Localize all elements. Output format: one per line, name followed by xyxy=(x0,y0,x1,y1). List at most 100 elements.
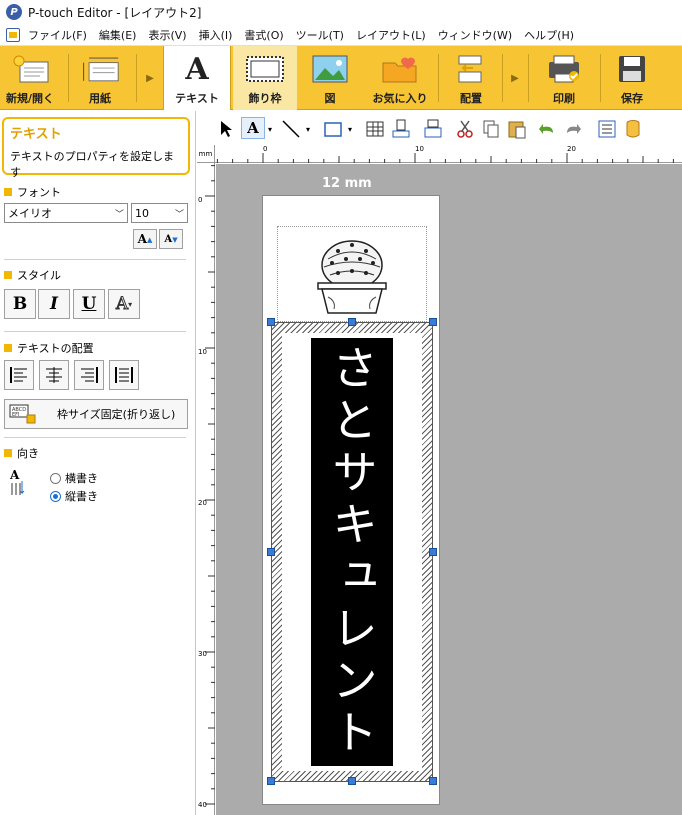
document-menu-icon[interactable] xyxy=(6,27,20,42)
print-label: 印刷 xyxy=(553,92,575,105)
fixed-frame-label: 枠サイズ固定(折り返し) xyxy=(57,408,176,421)
horizontal-ruler: 0 10 20 xyxy=(215,145,682,163)
cut-icon[interactable] xyxy=(455,119,475,139)
layout-tool-icon[interactable] xyxy=(423,119,443,139)
menu-format[interactable]: 書式(O) xyxy=(244,27,283,43)
favorites-icon xyxy=(380,52,420,86)
ruler-unit: mm xyxy=(197,145,215,163)
menu-insert[interactable]: 挿入(I) xyxy=(199,27,233,43)
label-text: さとサキュレント xyxy=(325,344,379,760)
picture-label: 図 xyxy=(324,92,336,105)
select-arrow-icon[interactable] xyxy=(217,119,237,139)
align-justify-button[interactable] xyxy=(109,360,139,390)
menu-view[interactable]: 表示(V) xyxy=(148,27,186,43)
align-center-button[interactable] xyxy=(39,360,69,390)
ruler-left-label: 10 xyxy=(198,348,207,356)
title-bar: P P-touch Editor - [レイアウト2] xyxy=(0,0,682,24)
picture-button[interactable]: 図 xyxy=(298,46,362,110)
frame-label: 飾り枠 xyxy=(248,92,282,105)
window-title: P-touch Editor - [レイアウト2] xyxy=(28,5,202,20)
ruler-left-label: 30 xyxy=(198,650,207,658)
favorites-label: お気に入り xyxy=(372,92,428,105)
ribbon-scroll-left-icon[interactable]: ▶ xyxy=(143,68,157,88)
italic-icon: I xyxy=(50,294,58,314)
cactus-pot-image xyxy=(317,240,387,314)
resize-handle[interactable] xyxy=(267,777,275,785)
rectangle-tool-dropdown-icon[interactable]: ▾ xyxy=(345,119,355,139)
resize-handle[interactable] xyxy=(267,318,275,326)
shrink-font-button[interactable]: A ▼ xyxy=(159,229,183,249)
text-tool-icon[interactable]: A xyxy=(241,117,265,139)
resize-handle[interactable] xyxy=(348,777,356,785)
orientation-section-label: 向き xyxy=(17,447,39,460)
new-open-label: 新規/開く xyxy=(5,92,55,105)
vertical-text-object[interactable]: さとサキュレント xyxy=(311,338,393,766)
text-button[interactable]: A テキスト xyxy=(163,46,231,110)
menu-help[interactable]: ヘルプ(H) xyxy=(524,27,574,43)
favorites-button[interactable]: お気に入り xyxy=(364,46,436,110)
vertical-orientation-radio[interactable]: 縦書き xyxy=(50,488,98,504)
underline-icon: U xyxy=(81,294,97,314)
underline-button[interactable]: U xyxy=(73,289,105,319)
print-button[interactable]: 印刷 xyxy=(532,46,596,110)
ruler-top-label: 20 xyxy=(567,145,576,153)
fixed-frame-icon: ABCDEFI xyxy=(9,404,36,424)
properties-view-icon[interactable] xyxy=(597,119,617,139)
horizontal-orientation-radio[interactable]: 横書き xyxy=(50,470,98,486)
paper-button[interactable]: 用紙 xyxy=(72,46,128,110)
p-touch-editor-window: P P-touch Editor - [レイアウト2] ファイル(F) 編集(E… xyxy=(0,0,682,815)
resize-handle[interactable] xyxy=(267,548,275,556)
outline-style-button[interactable]: A ▾ xyxy=(108,289,140,319)
text-glyph: A xyxy=(185,51,209,87)
bold-button[interactable]: B xyxy=(4,289,36,319)
image-frame[interactable] xyxy=(277,226,427,322)
font-size-select[interactable]: 10 ﹀ xyxy=(131,203,188,223)
properties-title: テキスト xyxy=(10,127,62,142)
text-tool-dropdown-icon[interactable]: ▾ xyxy=(265,119,275,139)
line-tool-icon[interactable] xyxy=(281,119,301,139)
resize-handle[interactable] xyxy=(429,318,437,326)
vertical-label: 縦書き xyxy=(65,490,98,503)
resize-handle[interactable] xyxy=(429,548,437,556)
font-section-label: フォント xyxy=(17,186,61,199)
new-open-button[interactable]: 新規/開く xyxy=(0,46,60,110)
fixed-frame-size-button[interactable]: ABCD EFI 枠サイズ固定(折り返し) xyxy=(4,399,188,429)
ruler-left-label: 0 xyxy=(198,196,203,204)
paste-icon[interactable] xyxy=(507,119,527,139)
menu-tools[interactable]: ツール(T) xyxy=(296,27,344,43)
print-icon xyxy=(544,52,584,86)
menu-edit[interactable]: 編集(E) xyxy=(99,27,137,43)
menu-file[interactable]: ファイル(F) xyxy=(28,27,87,43)
chevron-down-icon: ﹀ xyxy=(174,210,184,220)
italic-button[interactable]: I xyxy=(38,289,70,319)
style-section: スタイル xyxy=(4,267,61,283)
undo-icon[interactable] xyxy=(537,119,557,139)
menu-window[interactable]: ウィンドウ(W) xyxy=(438,27,512,43)
arrange-button[interactable]: 配置 xyxy=(442,46,500,110)
table-tool-icon[interactable] xyxy=(365,119,385,139)
paper-icon xyxy=(80,52,120,86)
ribbon-scroll-right-icon[interactable]: ▶ xyxy=(508,68,522,88)
line-tool-dropdown-icon[interactable]: ▾ xyxy=(303,119,313,139)
save-button[interactable]: 保存 xyxy=(604,46,660,110)
layout-canvas[interactable]: 12 mm さとサキュレント xyxy=(216,164,682,815)
text-icon: A xyxy=(177,51,217,87)
resize-handle[interactable] xyxy=(429,777,437,785)
label-paper[interactable]: さとサキュレント xyxy=(262,195,440,805)
grow-font-icon: A xyxy=(137,232,147,246)
new-open-icon xyxy=(10,52,50,86)
resize-handle[interactable] xyxy=(348,318,356,326)
align-right-button[interactable] xyxy=(74,360,104,390)
font-name-select[interactable]: メイリオ ﹀ xyxy=(4,203,128,223)
align-left-button[interactable] xyxy=(4,360,34,390)
barcode-tool-icon[interactable] xyxy=(391,119,411,139)
arrange-label: 配置 xyxy=(460,92,482,105)
menu-layout[interactable]: レイアウト(L) xyxy=(356,27,426,43)
grow-font-button[interactable]: A ▲ xyxy=(133,229,157,249)
database-icon[interactable] xyxy=(623,119,643,139)
copy-icon[interactable] xyxy=(481,119,501,139)
redo-icon[interactable] xyxy=(563,119,583,139)
rectangle-tool-icon[interactable] xyxy=(323,119,343,139)
frame-button[interactable]: 飾り枠 xyxy=(233,46,297,110)
ruler-left-label: 40 xyxy=(198,801,207,809)
